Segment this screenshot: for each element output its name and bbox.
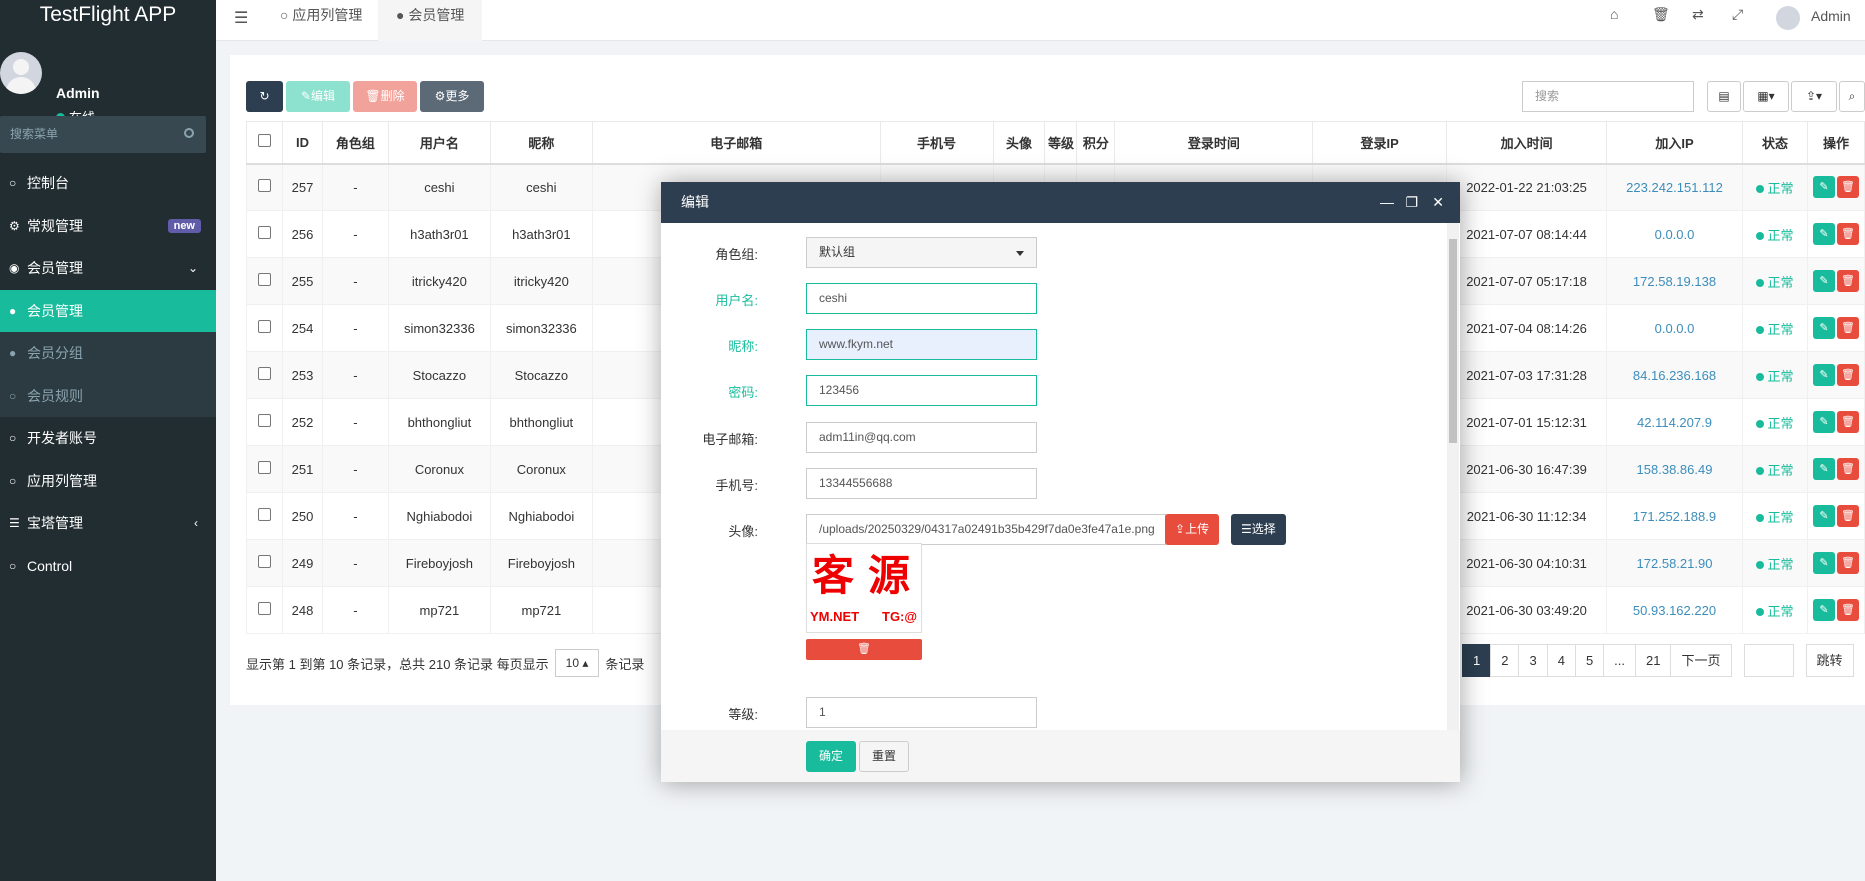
dialog-title: 编辑 (681, 194, 709, 210)
close-icon[interactable]: ✕ (1432, 182, 1444, 223)
dialog-header: 编辑 — ❐ ✕ (661, 182, 1460, 223)
dialog-footer: 确定 重置 (661, 730, 1460, 782)
field-email: 电子邮箱: adm11in@qq.com (661, 422, 1441, 453)
group-select[interactable]: 默认组 (806, 237, 1037, 268)
dialog-body: 角色组: 默认组 用户名: ceshi 昵称: www.fkym.net 密码:… (661, 223, 1460, 730)
level-input[interactable]: 1 (806, 697, 1037, 728)
confirm-button[interactable]: 确定 (806, 741, 857, 772)
avatar-image: 客 源 YM.NET TG:@ (810, 552, 918, 624)
reset-button[interactable]: 重置 (859, 741, 910, 772)
password-input[interactable]: 123456 (806, 375, 1037, 406)
upload-icon: ⇪ (1175, 522, 1186, 536)
field-avatar: 头像: /uploads/20250329/04317a02491b35b429… (661, 514, 1441, 545)
list-icon: ☰ (1241, 522, 1252, 536)
caret-down-icon (1016, 251, 1024, 256)
username-input[interactable]: ceshi (806, 283, 1037, 314)
avatar-preview: 客 源 YM.NET TG:@ (806, 543, 922, 633)
field-mobile: 手机号: 13344556688 (661, 468, 1441, 499)
scrollbar-thumb[interactable] (1449, 239, 1457, 443)
field-username: 用户名: ceshi (661, 283, 1441, 314)
dialog-scrollbar[interactable] (1447, 223, 1459, 730)
email-input[interactable]: adm11in@qq.com (806, 422, 1037, 453)
avatar-path-input[interactable]: /uploads/20250329/04317a02491b35b429f7da… (806, 514, 1166, 545)
field-password: 密码: 123456 (661, 375, 1441, 406)
field-nickname: 昵称: www.fkym.net (661, 329, 1441, 360)
field-group: 角色组: 默认组 (661, 237, 1441, 268)
trash-icon: 🗑 (857, 643, 871, 655)
remove-avatar-button[interactable]: 🗑 (806, 639, 922, 660)
upload-button[interactable]: ⇪上传 (1165, 514, 1220, 545)
maximize-icon[interactable]: ❐ (1405, 182, 1418, 223)
mobile-input[interactable]: 13344556688 (806, 468, 1037, 499)
nickname-input[interactable]: www.fkym.net (806, 329, 1037, 360)
choose-button[interactable]: ☰选择 (1231, 514, 1286, 545)
edit-dialog: 编辑 — ❐ ✕ 角色组: 默认组 用户名: ceshi 昵称: www.fky… (661, 182, 1460, 782)
field-level: 等级: 1 (661, 697, 1441, 728)
minimize-icon[interactable]: — (1380, 182, 1394, 223)
